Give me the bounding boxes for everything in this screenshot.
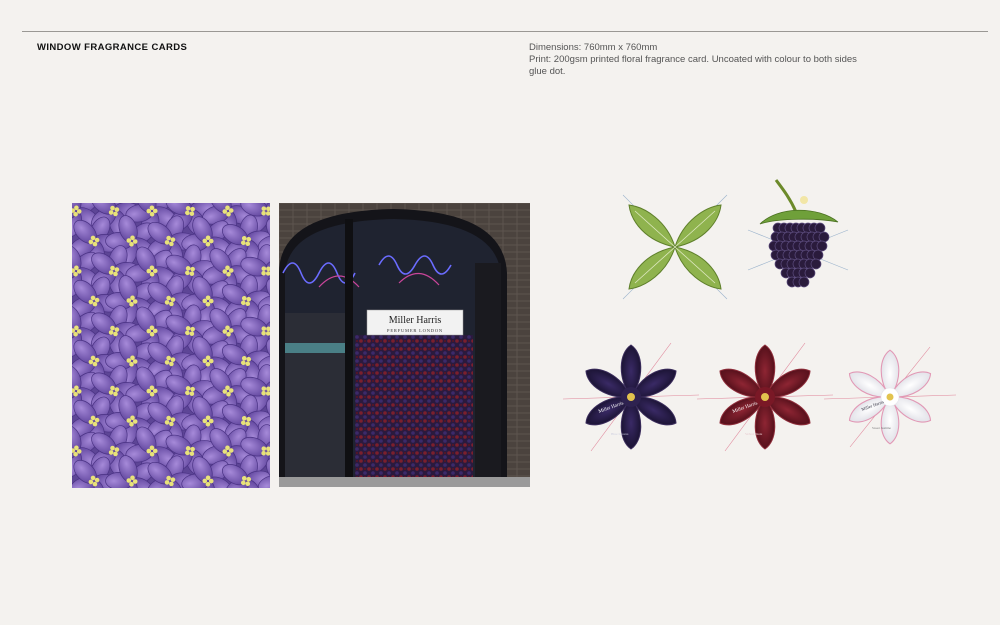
spec-glue: glue dot.	[529, 66, 566, 77]
blackberry-drupe	[804, 267, 816, 279]
cards-svg: Miller Harris Blue Leaves Miller Harris …	[562, 179, 957, 452]
spec-print: Print: 200gsm printed floral fragrance c…	[529, 54, 857, 65]
fragrance-card-shapes: Miller Harris Blue Leaves Miller Harris …	[560, 165, 980, 475]
flower-card-navy: Miller Harris Blue Leaves	[562, 342, 700, 452]
header-rule	[22, 31, 988, 32]
blackberry-drupe	[810, 258, 822, 270]
shop-sign-brand: Miller Harris	[389, 315, 442, 326]
spec-dimensions: Dimensions: 760mm x 760mm	[529, 42, 658, 53]
card-name-burgundy: Velvet Dusk	[745, 432, 762, 436]
spec-text: Dimensions: 760mm x 760mm Print: 200gsm …	[529, 42, 949, 78]
floral-pattern-image	[72, 203, 270, 488]
shop-sign-sub: PERFUMER LONDON	[387, 328, 443, 333]
blackberry-drupe	[814, 222, 826, 234]
page-title: WINDOW FRAGRANCE CARDS	[37, 42, 188, 53]
card-name-white: Sweet Jasmine	[872, 426, 891, 430]
blackberry-drupe	[818, 231, 830, 243]
flower-card-burgundy: Miller Harris Velvet Dusk	[696, 342, 834, 452]
blackberry-drupe	[798, 276, 810, 288]
leaf-card	[622, 194, 728, 300]
flower-card-white: Miller Harris Sweet Jasmine	[823, 346, 957, 448]
card-name-navy: Blue Leaves	[611, 432, 629, 436]
shopfront-image: Miller Harris PERFUMER LONDON	[279, 203, 530, 487]
blackberry-drupe	[816, 240, 828, 252]
blackberry-card	[747, 179, 849, 288]
violet-pattern-svg	[72, 203, 270, 488]
shopfront-svg: Miller Harris PERFUMER LONDON	[279, 203, 530, 487]
blackberry-drupe	[812, 249, 824, 261]
